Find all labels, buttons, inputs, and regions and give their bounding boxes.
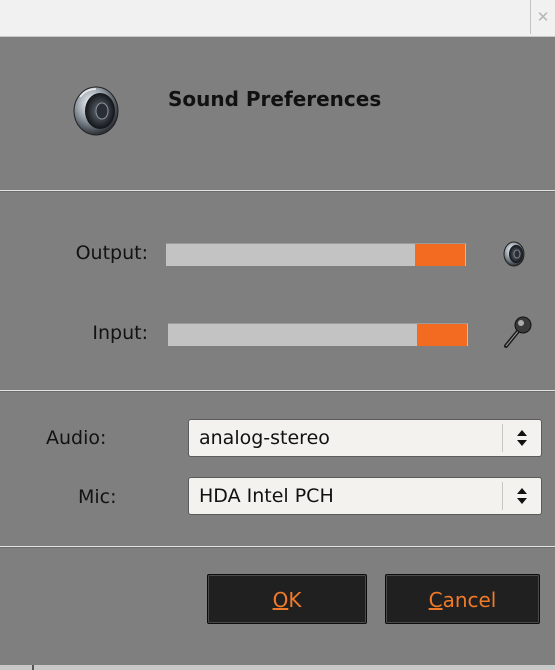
speaker-icon bbox=[73, 86, 119, 136]
select-arrows-icon bbox=[502, 482, 541, 510]
cancel-mnemonic: C bbox=[428, 588, 443, 612]
separator bbox=[0, 546, 555, 548]
microphone-icon[interactable] bbox=[502, 315, 532, 349]
audio-label: Audio: bbox=[46, 427, 107, 449]
close-icon: ✕ bbox=[536, 8, 550, 26]
audio-device-select[interactable]: analog-stereo bbox=[188, 419, 542, 457]
updown-arrows-icon bbox=[517, 430, 527, 446]
ok-label-rest: K bbox=[288, 588, 302, 612]
audio-device-value: analog-stereo bbox=[199, 427, 330, 449]
updown-arrows-icon bbox=[517, 488, 527, 504]
input-level-fill bbox=[417, 324, 467, 346]
resize-tick bbox=[32, 665, 34, 670]
separator bbox=[0, 390, 555, 392]
output-level-meter bbox=[166, 243, 466, 266]
cancel-label-rest: ancel bbox=[442, 588, 497, 612]
close-window-button[interactable]: ✕ bbox=[530, 0, 555, 34]
bottom-edge bbox=[0, 665, 555, 670]
separator bbox=[0, 190, 555, 192]
input-label: Input: bbox=[92, 322, 148, 344]
dialog-title: Sound Preferences bbox=[168, 87, 382, 111]
output-label: Output: bbox=[75, 242, 148, 264]
cancel-button[interactable]: Cancel bbox=[385, 574, 540, 624]
sound-preferences-dialog: Sound Preferences Output: Input: Audio: … bbox=[0, 37, 555, 670]
output-level-fill bbox=[415, 244, 465, 266]
mic-device-value: HDA Intel PCH bbox=[199, 485, 334, 507]
ok-mnemonic: O bbox=[272, 588, 289, 612]
window-titlebar: ✕ bbox=[0, 0, 555, 37]
mic-device-select[interactable]: HDA Intel PCH bbox=[188, 477, 542, 515]
speaker-icon[interactable] bbox=[502, 239, 528, 269]
mic-label: Mic: bbox=[78, 486, 117, 508]
input-level-meter bbox=[168, 323, 468, 346]
ok-button[interactable]: OK bbox=[207, 574, 367, 624]
select-arrows-icon bbox=[502, 424, 541, 452]
